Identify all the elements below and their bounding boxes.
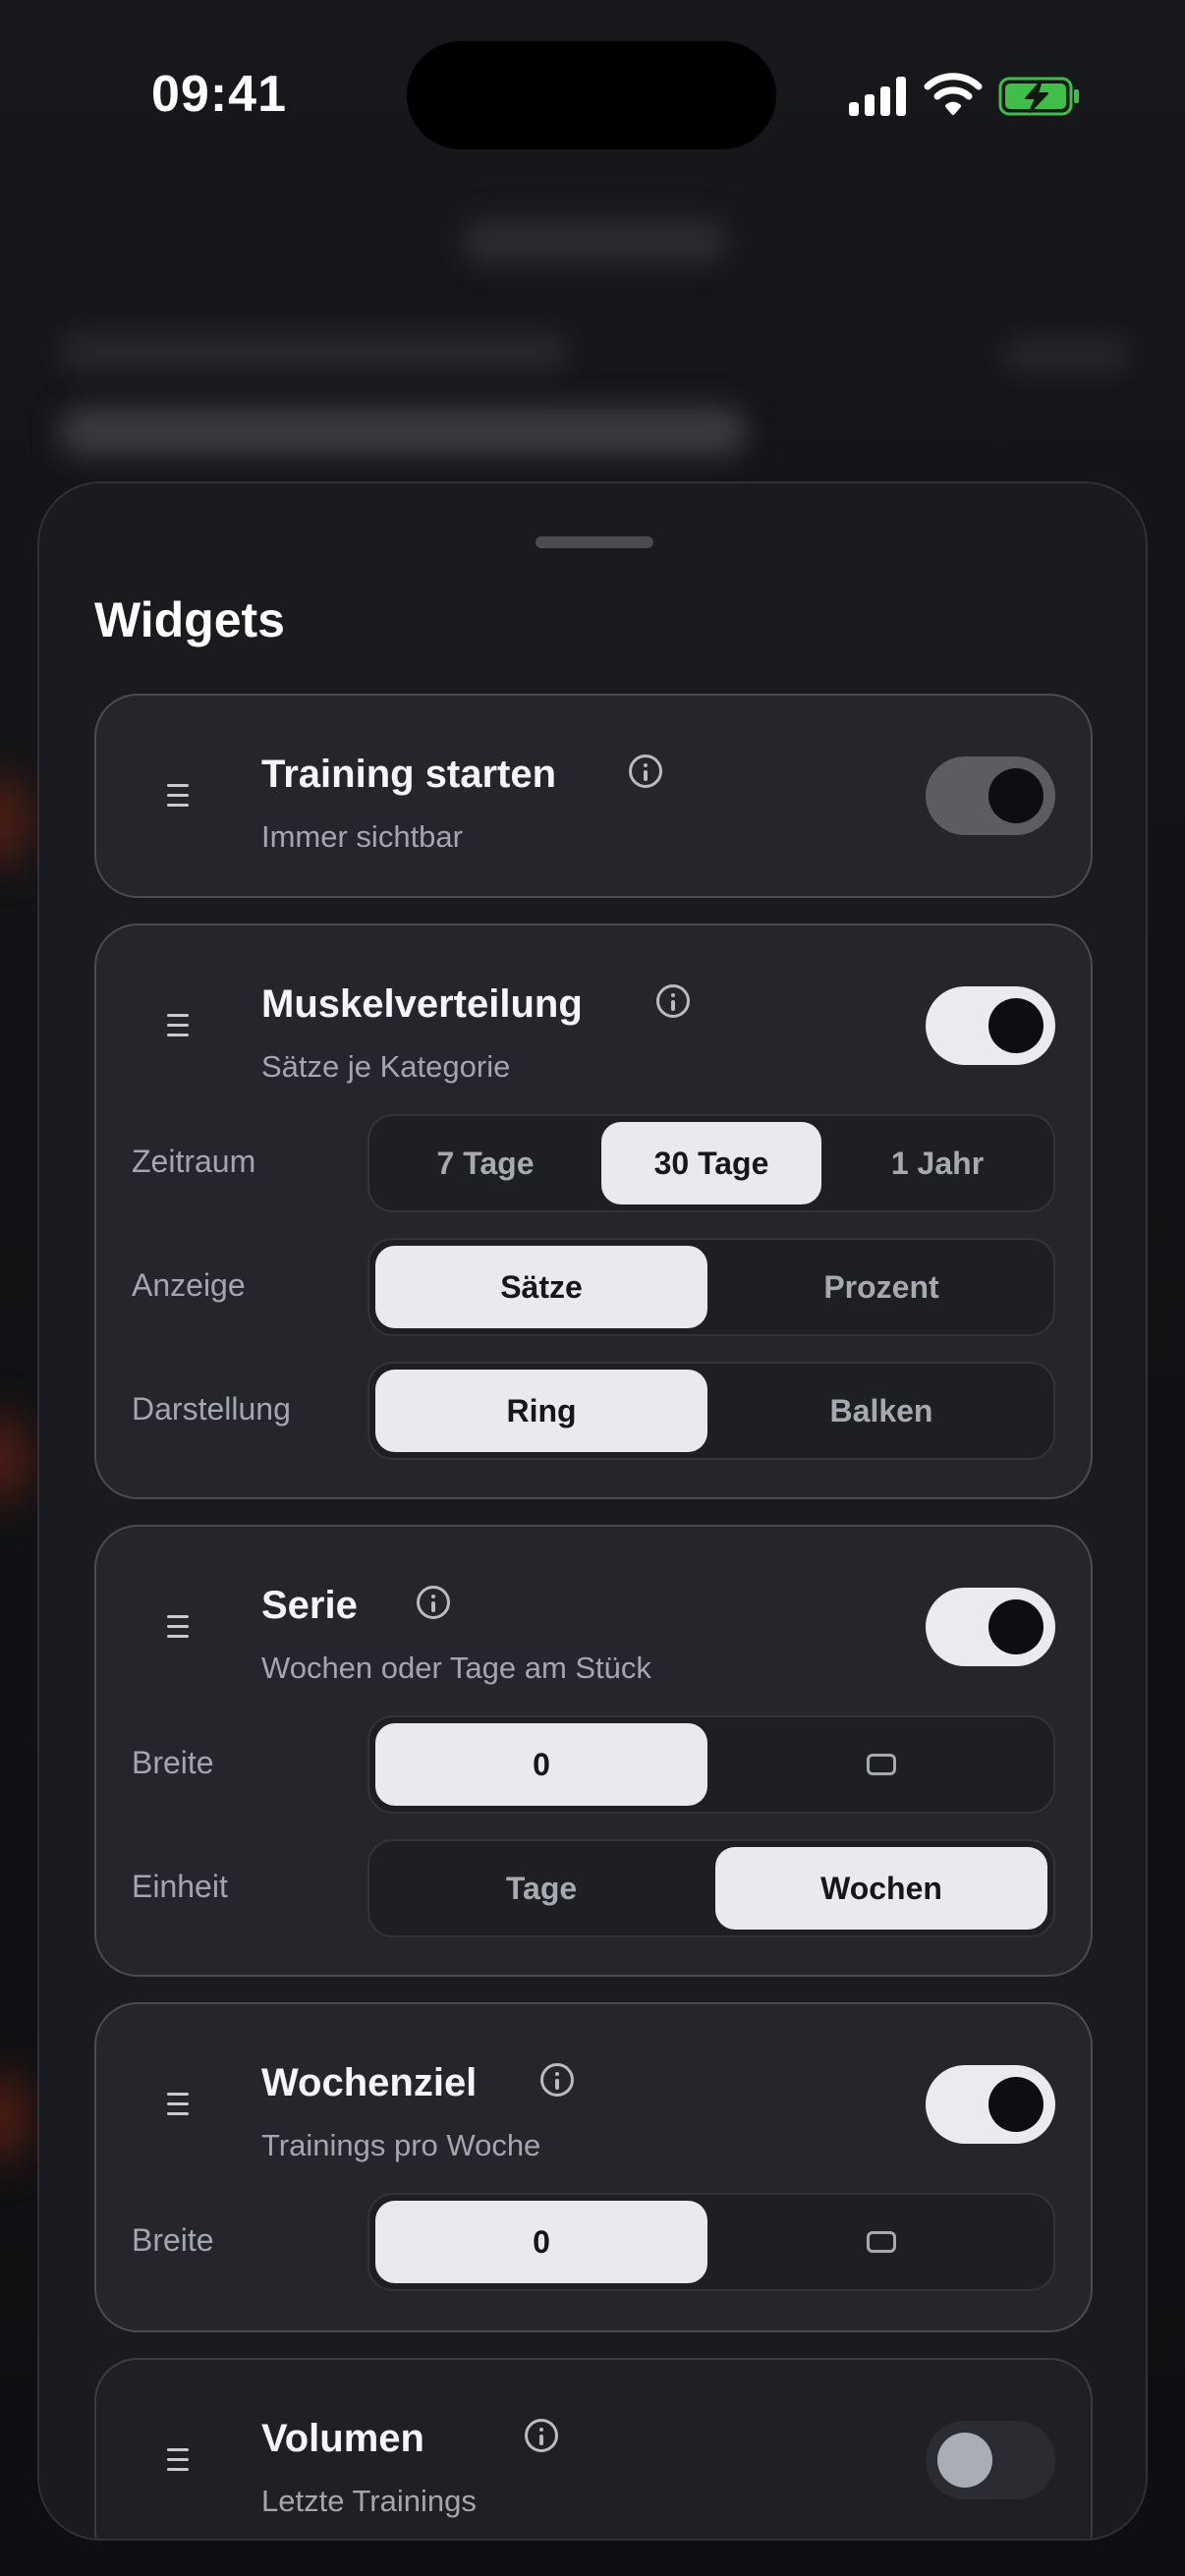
info-icon[interactable] — [525, 2419, 558, 2452]
segmented-control-darstellung: Ring Balken — [367, 1362, 1055, 1460]
widget-subtitle: Wochen oder Tage am Stück — [261, 1651, 651, 1685]
widget-card-muskelverteilung: Muskelverteilung Sätze je Kategorie Zeit… — [94, 924, 1093, 1499]
setting-label-anzeige: Anzeige — [132, 1267, 246, 1303]
drag-handle-icon[interactable] — [167, 784, 189, 813]
widgets-sheet: Widgets Training starten Immer sichtbar … — [37, 481, 1148, 2541]
segmented-control-breite: 0 — [367, 1715, 1055, 1814]
toggle-knob — [988, 998, 1044, 1053]
segmented-control-anzeige: Sätze Prozent — [367, 1238, 1055, 1336]
widget-title: Serie — [261, 1584, 358, 1627]
battery-charging-icon — [998, 77, 1079, 116]
toggle-knob — [988, 1599, 1044, 1654]
segment-option-balken[interactable]: Balken — [715, 1370, 1047, 1452]
segment-option-wide[interactable] — [715, 1723, 1047, 1806]
blurred-line — [1002, 338, 1130, 371]
segment-option-saetze[interactable]: Sätze — [375, 1246, 707, 1328]
widget-subtitle: Immer sichtbar — [261, 819, 463, 854]
setting-label-einheit: Einheit — [132, 1869, 228, 1904]
segment-option-prozent[interactable]: Prozent — [715, 1246, 1047, 1328]
widget-title: Wochenziel — [261, 2061, 478, 2104]
widget-toggle[interactable] — [926, 1588, 1055, 1666]
widget-subtitle: Letzte Trainings — [261, 2484, 477, 2518]
segment-option-ring[interactable]: Ring — [375, 1370, 707, 1452]
drag-handle-icon[interactable] — [167, 1615, 189, 1645]
toggle-knob — [988, 2077, 1044, 2132]
blurred-line — [59, 332, 570, 371]
setting-label-zeitraum: Zeitraum — [132, 1144, 256, 1179]
widget-title: Muskelverteilung — [261, 982, 583, 1026]
widget-subtitle: Sätze je Kategorie — [261, 1049, 511, 1084]
drag-handle-icon[interactable] — [167, 2448, 189, 2478]
segment-option-narrow[interactable]: 0 — [375, 1723, 707, 1806]
wide-rect-icon — [867, 1754, 896, 1775]
segment-option-wochen[interactable]: Wochen — [715, 1847, 1047, 1930]
sheet-title: Widgets — [94, 592, 285, 647]
blurred-glow — [0, 776, 29, 865]
info-icon[interactable] — [629, 755, 662, 788]
segmented-control-einheit: Tage Wochen — [367, 1839, 1055, 1937]
widget-toggle[interactable] — [926, 986, 1055, 1065]
segmented-control-zeitraum: 7 Tage 30 Tage 1 Jahr — [367, 1114, 1055, 1212]
widget-toggle — [926, 756, 1055, 835]
widget-card-serie: Serie Wochen oder Tage am Stück Breite 0… — [94, 1525, 1093, 1977]
status-time: 09:41 — [151, 66, 287, 123]
segment-option-tage[interactable]: Tage — [375, 1847, 707, 1930]
wide-rect-icon — [867, 2231, 896, 2253]
widget-card-training-starten: Training starten Immer sichtbar — [94, 694, 1093, 898]
segment-option-30-tage[interactable]: 30 Tage — [601, 1122, 821, 1204]
toggle-knob — [937, 2433, 992, 2488]
widget-title: Volumen — [261, 2417, 424, 2460]
info-icon[interactable] — [656, 984, 690, 1018]
info-icon[interactable] — [417, 1586, 450, 1619]
status-bar: 09:41 — [0, 0, 1185, 196]
segmented-control-breite: 0 — [367, 2193, 1055, 2291]
toggle-knob — [988, 768, 1044, 823]
widget-toggle[interactable] — [926, 2065, 1055, 2144]
dynamic-island — [407, 41, 776, 149]
segment-option-narrow[interactable]: 0 — [375, 2201, 707, 2283]
drag-handle-icon[interactable] — [167, 2093, 189, 2122]
blurred-header — [462, 220, 727, 263]
cellular-signal-icon — [849, 77, 908, 116]
drag-handle-icon[interactable] — [167, 1014, 189, 1043]
widget-card-wochenziel: Wochenziel Trainings pro Woche Breite 0 — [94, 2002, 1093, 2332]
segment-option-wide[interactable] — [715, 2201, 1047, 2283]
widget-title: Training starten — [261, 753, 557, 796]
blurred-line — [59, 407, 747, 456]
widget-toggle[interactable] — [926, 2421, 1055, 2499]
widget-subtitle: Trainings pro Woche — [261, 2128, 541, 2162]
setting-label-darstellung: Darstellung — [132, 1391, 291, 1427]
segment-option-1-jahr[interactable]: 1 Jahr — [827, 1122, 1047, 1204]
sheet-grabber[interactable] — [536, 536, 653, 548]
blurred-glow — [0, 2073, 29, 2161]
blurred-glow — [0, 1415, 29, 1503]
info-icon[interactable] — [540, 2063, 574, 2097]
setting-label-breite: Breite — [132, 1745, 214, 1780]
segment-option-7-tage[interactable]: 7 Tage — [375, 1122, 595, 1204]
wifi-icon — [924, 73, 983, 115]
setting-label-breite: Breite — [132, 2222, 214, 2258]
widget-card-volumen: Volumen Letzte Trainings — [94, 2358, 1093, 2539]
